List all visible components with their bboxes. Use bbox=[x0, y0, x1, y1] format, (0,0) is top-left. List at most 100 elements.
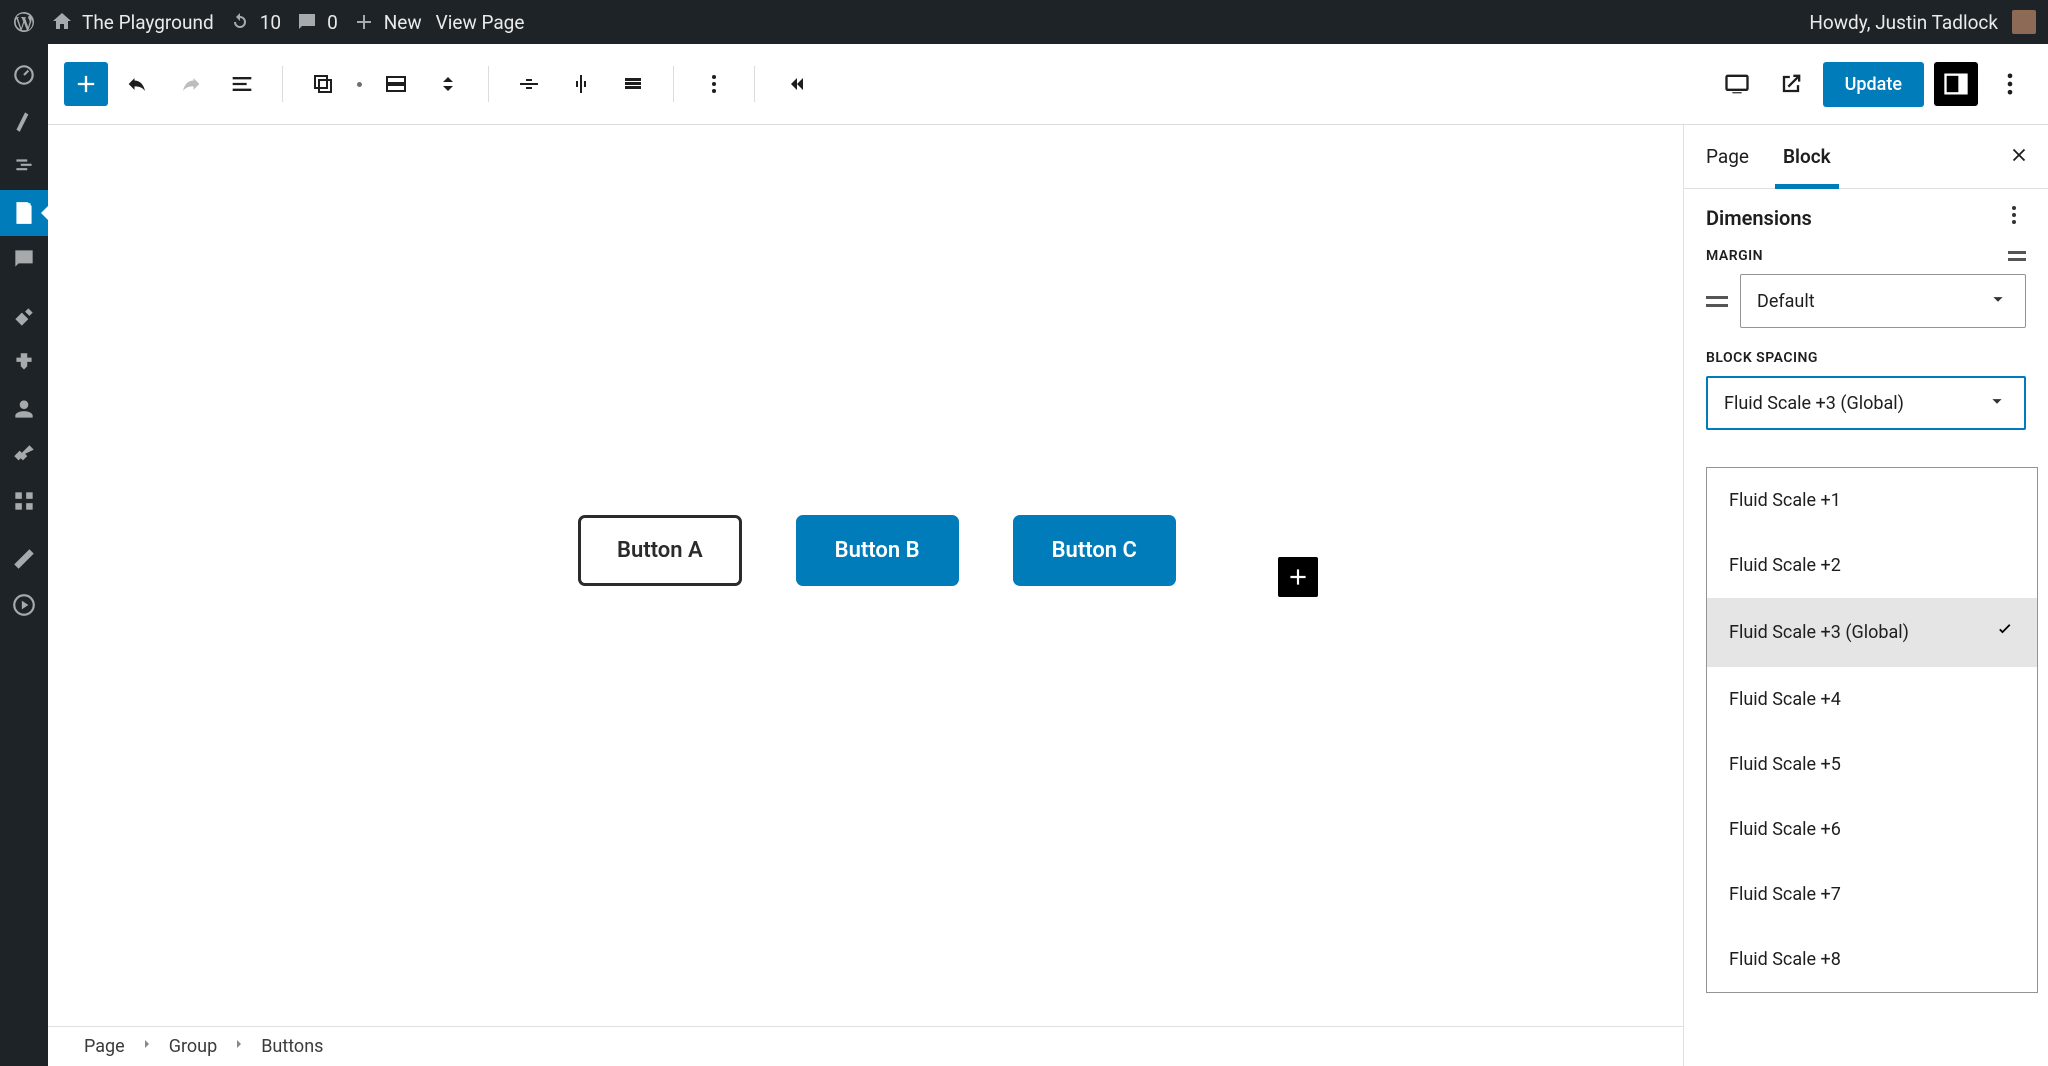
admin-bar: The Playground 10 0 New View Page Howdy,… bbox=[0, 0, 2048, 44]
breadcrumb-item[interactable]: Page bbox=[84, 1036, 125, 1057]
sidebar-item-dashboard[interactable] bbox=[0, 52, 48, 98]
document-overview-button[interactable] bbox=[220, 62, 264, 106]
spacing-option[interactable]: Fluid Scale +4 bbox=[1707, 667, 2037, 732]
spacing-option-label: Fluid Scale +5 bbox=[1729, 754, 1841, 775]
buttons-block[interactable]: Button A Button B Button C bbox=[578, 515, 1176, 586]
sidebar-item-settings[interactable] bbox=[0, 478, 48, 524]
spacing-option[interactable]: Fluid Scale +2 bbox=[1707, 533, 2037, 598]
block-spacing-dropdown[interactable]: Fluid Scale +1 Fluid Scale +2 Fluid Scale … bbox=[1706, 467, 2038, 993]
separator bbox=[673, 66, 674, 102]
check-icon bbox=[1995, 620, 2015, 645]
settings-sidebar-toggle[interactable] bbox=[1934, 62, 1978, 106]
sidebar-item-appearance[interactable] bbox=[0, 294, 48, 340]
spacing-option-label: Fluid Scale +4 bbox=[1729, 689, 1841, 710]
update-button[interactable]: Update bbox=[1823, 62, 1924, 107]
canvas-button-a[interactable]: Button A bbox=[578, 515, 742, 586]
sidebar-item-users[interactable] bbox=[0, 386, 48, 432]
chevron-down-icon bbox=[1986, 390, 2008, 417]
new-label: New bbox=[384, 11, 422, 34]
separator bbox=[282, 66, 283, 102]
block-spacing-select[interactable]: Fluid Scale +3 (Global) bbox=[1706, 376, 2026, 430]
unlink-sides-icon[interactable] bbox=[2008, 249, 2026, 263]
panel-options-button[interactable] bbox=[2002, 203, 2026, 232]
breadcrumb: Page Group Buttons bbox=[48, 1026, 1683, 1066]
updates-count: 10 bbox=[260, 11, 281, 34]
spacing-option[interactable]: Fluid Scale +5 bbox=[1707, 732, 2037, 797]
redo-button[interactable] bbox=[168, 62, 212, 106]
view-desktop-button[interactable] bbox=[1715, 62, 1759, 106]
spacing-option[interactable]: Fluid Scale +6 bbox=[1707, 797, 2037, 862]
spacing-option[interactable]: Fluid Scale +8 bbox=[1707, 927, 2037, 992]
close-sidebar-button[interactable] bbox=[2008, 144, 2030, 170]
comments-count: 0 bbox=[327, 11, 338, 34]
separator bbox=[754, 66, 755, 102]
block-spacing-heading: BLOCK SPACING bbox=[1706, 350, 2026, 366]
canvas-button-c[interactable]: Button C bbox=[1013, 515, 1176, 586]
spacing-option[interactable]: Fluid Scale +3 (Global) bbox=[1707, 598, 2037, 667]
row-layout-button[interactable] bbox=[374, 62, 418, 106]
editor-canvas[interactable]: Button A Button B Button C bbox=[48, 125, 1683, 1066]
block-options-button[interactable] bbox=[692, 62, 736, 106]
spacing-option-label: Fluid Scale +8 bbox=[1729, 949, 1841, 970]
spacing-option-label: Fluid Scale +2 bbox=[1729, 555, 1841, 576]
group-icon[interactable] bbox=[301, 62, 345, 106]
view-page-label: View Page bbox=[436, 11, 525, 34]
wp-logo[interactable] bbox=[12, 10, 36, 34]
sidebar-item-comments[interactable] bbox=[0, 236, 48, 282]
margin-select[interactable]: Default bbox=[1740, 274, 2026, 328]
margin-label: MARGIN bbox=[1706, 248, 1763, 264]
new-link[interactable]: New bbox=[352, 10, 422, 34]
sidebar-item-tools[interactable] bbox=[0, 432, 48, 478]
sidebar-item-pages[interactable] bbox=[0, 190, 48, 236]
comments-link[interactable]: 0 bbox=[295, 10, 338, 34]
tab-block[interactable]: Block bbox=[1783, 125, 1831, 188]
margin-heading: MARGIN bbox=[1706, 248, 2026, 264]
align-horizontal-button[interactable] bbox=[507, 62, 551, 106]
tab-page[interactable]: Page bbox=[1706, 125, 1749, 188]
site-name-text: The Playground bbox=[82, 11, 214, 34]
panel-title-dimensions: Dimensions bbox=[1706, 203, 2026, 232]
spacing-option-label: Fluid Scale +6 bbox=[1729, 819, 1841, 840]
chevron-right-icon bbox=[139, 1036, 155, 1057]
spacing-option-label: Fluid Scale +7 bbox=[1729, 884, 1841, 905]
move-handle[interactable] bbox=[426, 62, 470, 106]
margin-select-value: Default bbox=[1757, 291, 1815, 312]
align-full-button[interactable] bbox=[611, 62, 655, 106]
block-spacing-select-value: Fluid Scale +3 (Global) bbox=[1724, 393, 1904, 414]
sidebar-item-posts[interactable] bbox=[0, 98, 48, 144]
settings-sidebar: Page Block Dimensions MARGIN Default bbox=[1683, 125, 2048, 1066]
spacing-option[interactable]: Fluid Scale +7 bbox=[1707, 862, 2037, 927]
spacing-option-label: Fluid Scale +3 (Global) bbox=[1729, 622, 1909, 643]
canvas-button-b[interactable]: Button B bbox=[796, 515, 959, 586]
greeting-text: Howdy, Justin Tadlock bbox=[1809, 11, 1998, 34]
sidebar-item-media[interactable] bbox=[0, 144, 48, 190]
breadcrumb-item[interactable]: Group bbox=[169, 1036, 217, 1057]
spacing-option[interactable]: Fluid Scale +1 bbox=[1707, 468, 2037, 533]
breadcrumb-item[interactable]: Buttons bbox=[261, 1036, 323, 1057]
panel-title-text: Dimensions bbox=[1706, 206, 1812, 230]
dot-separator bbox=[357, 82, 362, 87]
avatar bbox=[2012, 10, 2036, 34]
admin-sidebar bbox=[0, 44, 48, 1066]
updates-link[interactable]: 10 bbox=[228, 10, 281, 34]
margin-sides-icon[interactable] bbox=[1706, 296, 1728, 307]
undo-button[interactable] bbox=[116, 62, 160, 106]
account-menu[interactable]: Howdy, Justin Tadlock bbox=[1809, 10, 2036, 34]
spacing-option-label: Fluid Scale +1 bbox=[1729, 490, 1841, 511]
chevron-down-icon bbox=[1987, 288, 2009, 315]
editor: Update Button A Button B Button C Page B… bbox=[48, 44, 2048, 1066]
site-name[interactable]: The Playground bbox=[50, 10, 214, 34]
editor-header: Update bbox=[48, 44, 2048, 125]
view-page-button[interactable] bbox=[1769, 62, 1813, 106]
view-page-link[interactable]: View Page bbox=[436, 11, 525, 34]
chevron-right-icon bbox=[231, 1036, 247, 1057]
align-vertical-button[interactable] bbox=[559, 62, 603, 106]
block-spacing-label: BLOCK SPACING bbox=[1706, 350, 1818, 366]
sidebar-item-edit[interactable] bbox=[0, 536, 48, 582]
editor-options-button[interactable] bbox=[1988, 62, 2032, 106]
sidebar-item-plugins[interactable] bbox=[0, 340, 48, 386]
block-inserter-button[interactable] bbox=[64, 62, 108, 106]
sidebar-item-collapse[interactable] bbox=[0, 582, 48, 628]
collapse-toolbar-button[interactable] bbox=[773, 62, 817, 106]
inline-inserter-button[interactable] bbox=[1278, 557, 1318, 597]
